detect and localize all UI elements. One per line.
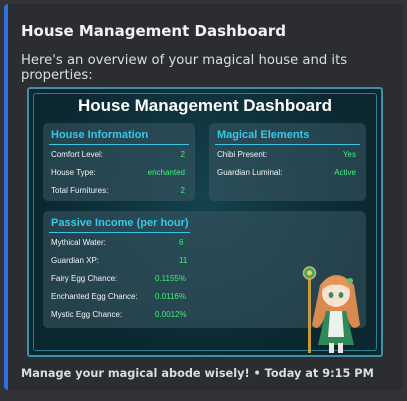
embed-description: Here's an overview of your magical house… <box>21 53 348 83</box>
embed-accent-bar <box>4 4 8 390</box>
embed-footer: Manage your magical abode wisely! • Toda… <box>21 367 374 380</box>
row-label: Mystic Egg Chance: <box>51 310 123 319</box>
row-label: Enchanted Egg Chance: <box>51 292 138 301</box>
embed-card: House Management Dashboard Here's an ove… <box>4 4 403 390</box>
row-value: Active <box>334 168 356 177</box>
magical-elements-divider <box>215 144 360 145</box>
row-label: House Type: <box>51 168 96 177</box>
row-value: 11 <box>179 256 188 265</box>
row-value: 2 <box>180 150 185 159</box>
row-label: Chibi Present: <box>217 150 268 159</box>
magical-elements-title: Magical Elements <box>217 129 310 141</box>
magical-elements-panel: Magical Elements Chibi Present: Yes Guar… <box>209 123 366 201</box>
row-value: 0.1155% <box>155 274 186 283</box>
passive-income-divider <box>49 232 190 233</box>
row-value: 6 <box>179 238 184 247</box>
row-label: Mythical Water: <box>51 238 106 247</box>
row-label: Total Furnitures: <box>51 186 109 195</box>
chibi-guardian-icon <box>302 266 360 353</box>
dashboard-image[interactable]: House Management Dashboard House Informa… <box>27 87 383 357</box>
house-info-panel: House Information Comfort Level: 2 House… <box>43 123 195 201</box>
house-info-divider <box>49 144 189 145</box>
row-label: Fairy Egg Chance: <box>51 274 118 283</box>
row-value: 2 <box>180 186 185 195</box>
row-value: 0.0012% <box>155 310 187 319</box>
embed-title: House Management Dashboard <box>21 22 286 40</box>
row-label: Guardian Luminal: <box>217 168 283 177</box>
house-info-title: House Information <box>51 129 149 141</box>
row-value: enchanted <box>147 168 185 177</box>
passive-income-title: Passive Income (per hour) <box>51 217 189 229</box>
dashboard-title: House Management Dashboard <box>77 96 333 115</box>
row-value: Yes <box>342 150 356 159</box>
row-label: Comfort Level: <box>51 150 104 159</box>
row-value: 0.0116% <box>155 292 186 301</box>
row-label: Guardian XP: <box>51 256 100 265</box>
